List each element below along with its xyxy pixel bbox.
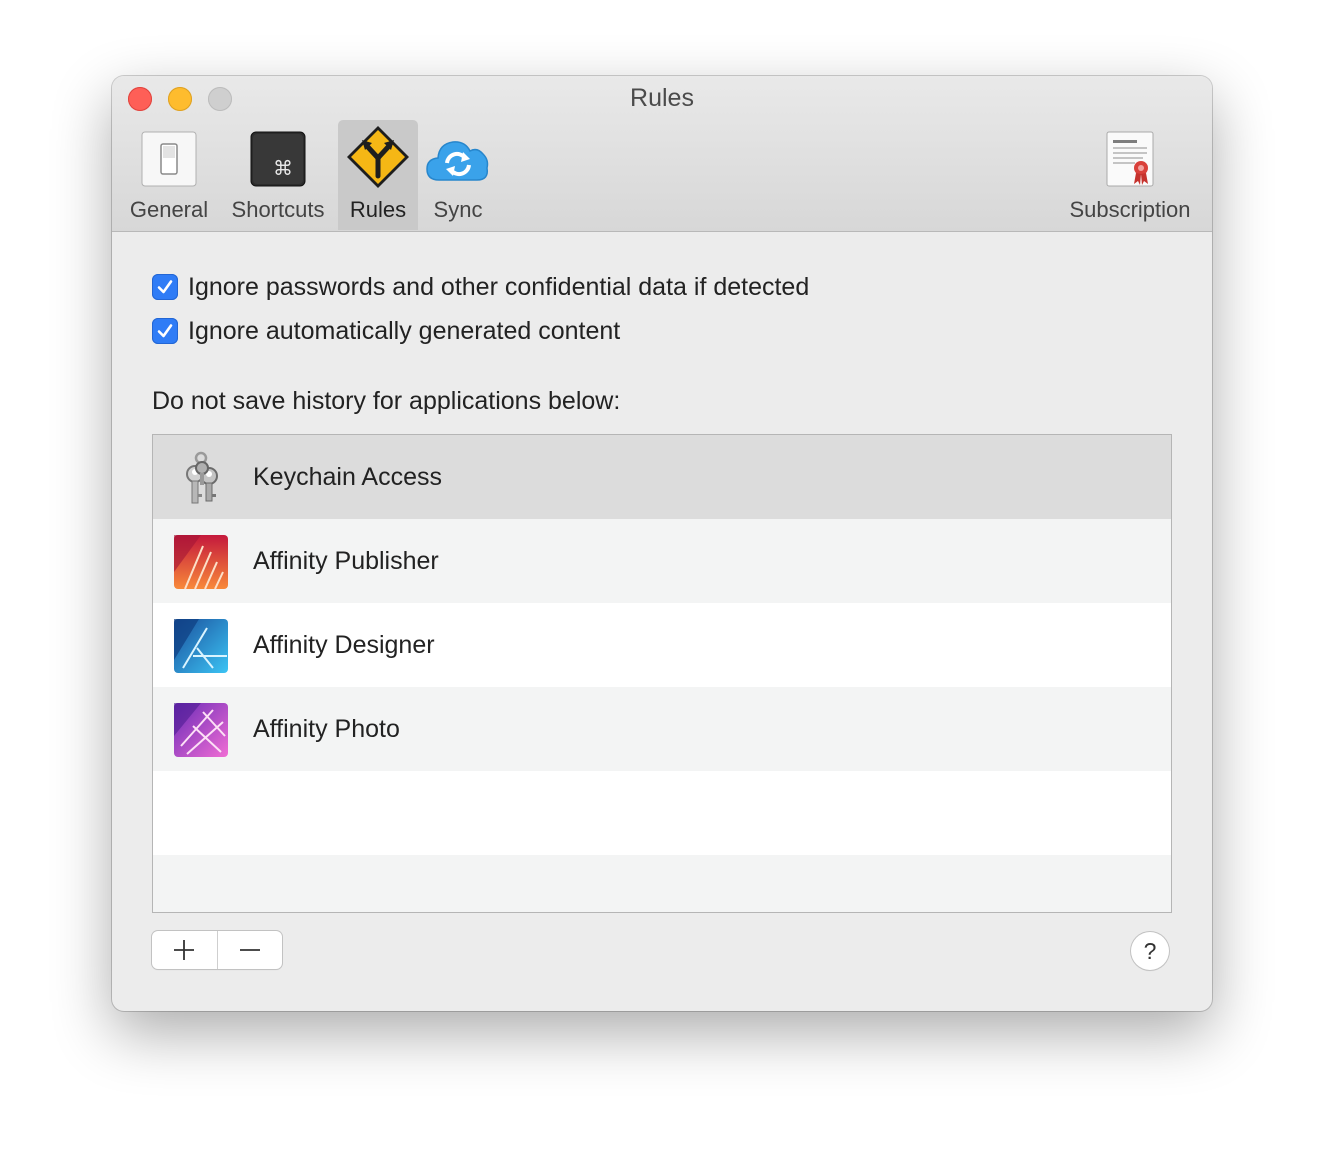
cloud-sync-icon [426, 141, 489, 181]
list-item[interactable]: Affinity Publisher [153, 519, 1171, 603]
affinity-photo-icon [174, 703, 228, 757]
switch-icon [141, 131, 197, 187]
certificate-icon [1106, 131, 1154, 187]
command-key-icon: ⌘ [250, 131, 306, 187]
preferences-window: Rules General ⌘ Shortcuts Rules Sync Sub… [112, 76, 1212, 1011]
checkbox-checked[interactable] [152, 274, 178, 300]
list-item[interactable]: Affinity Photo [153, 687, 1171, 771]
app-name: Affinity Designer [253, 631, 435, 659]
tab-general[interactable]: General [126, 120, 212, 230]
list-item[interactable]: Affinity Designer [153, 603, 1171, 687]
checkbox-checked[interactable] [152, 318, 178, 344]
tab-label: General [129, 197, 209, 222]
help-button[interactable]: ? [1131, 932, 1169, 970]
app-name: Affinity Publisher [253, 547, 439, 575]
app-name: Keychain Access [253, 463, 442, 491]
ignore-generated-checkbox[interactable]: Ignore automatically generated content [152, 316, 620, 346]
minus-icon [239, 949, 260, 951]
tab-label: Sync [433, 197, 483, 222]
empty-row [153, 771, 1171, 855]
tab-sync[interactable]: Sync [422, 120, 494, 230]
excluded-apps-list[interactable]: Keychain Access Affinity Publisher Affin… [152, 434, 1172, 913]
remove-app-button[interactable] [216, 931, 283, 969]
tab-subscription[interactable]: Subscription [1060, 120, 1200, 230]
keychain-icon [186, 451, 218, 504]
tab-label: Rules [349, 197, 407, 222]
ignore-passwords-checkbox[interactable]: Ignore passwords and other confidential … [152, 272, 809, 302]
list-item[interactable]: Keychain Access [153, 435, 1171, 519]
rules-pane: Ignore passwords and other confidential … [112, 232, 1212, 1011]
affinity-designer-icon [174, 619, 228, 673]
tab-label: Shortcuts [231, 197, 325, 222]
empty-row [153, 855, 1171, 912]
checkbox-label: Ignore passwords and other confidential … [188, 272, 810, 301]
road-sign-icon [347, 126, 409, 188]
title-bar: Rules General ⌘ Shortcuts Rules Sync Sub… [112, 76, 1212, 232]
tab-label: Subscription [1069, 197, 1191, 222]
plus-icon [174, 940, 195, 960]
add-remove-buttons [152, 931, 282, 969]
svg-text:⌘: ⌘ [273, 156, 293, 180]
checkmark-icon [157, 324, 173, 338]
checkmark-icon [157, 280, 173, 294]
tab-rules[interactable]: Rules [338, 120, 418, 230]
excluded-apps-label: Do not save history for applications bel… [152, 387, 621, 415]
tab-shortcuts[interactable]: ⌘ Shortcuts [224, 120, 332, 230]
affinity-publisher-icon [174, 535, 228, 590]
checkbox-label: Ignore automatically generated content [188, 316, 621, 345]
app-name: Affinity Photo [253, 715, 400, 743]
add-app-button[interactable] [152, 931, 217, 969]
window-title: Rules [630, 84, 694, 112]
